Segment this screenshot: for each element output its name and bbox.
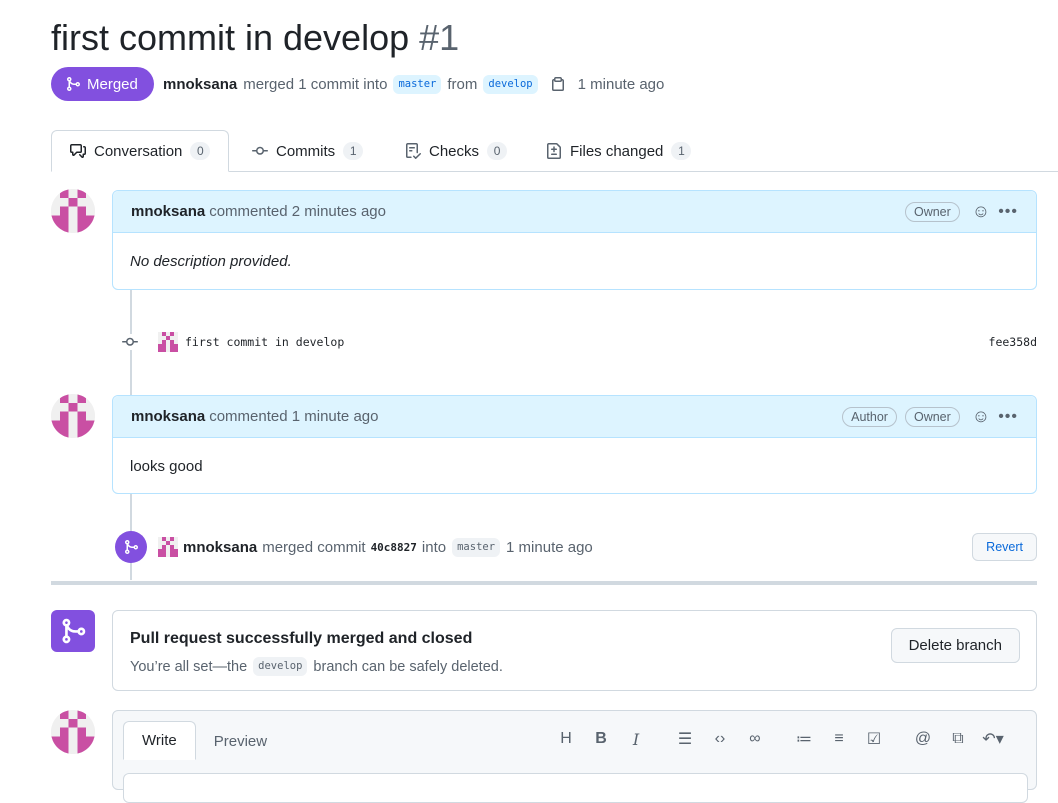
- merge-status-text: You’re all set—the develop branch can be…: [130, 657, 503, 676]
- kebab-horizontal-icon[interactable]: •••: [998, 408, 1018, 426]
- tab-label: Commits: [276, 142, 336, 160]
- pr-meta: mnoksana merged 1 commit into master fro…: [163, 72, 664, 96]
- merge-author[interactable]: mnoksana: [183, 539, 257, 556]
- tab-label: Checks: [429, 142, 480, 160]
- head-branch[interactable]: develop: [483, 74, 538, 94]
- preview-tab[interactable]: Preview: [196, 723, 285, 760]
- comment-action[interactable]: commented 1 minute ago: [209, 408, 378, 425]
- smiley-icon[interactable]: ☺: [972, 201, 990, 222]
- pr-title: first commit in develop: [51, 17, 410, 58]
- comment-header: mnoksana commented 1 minute ago Author O…: [113, 396, 1036, 438]
- tab-label: Conversation: [94, 142, 183, 160]
- merge-event: mnoksana merged commit 40c8827 into mast…: [115, 530, 1037, 564]
- avatar[interactable]: [158, 332, 178, 352]
- base-branch[interactable]: master: [393, 74, 442, 94]
- tasklist-icon[interactable]: ☑: [863, 728, 885, 750]
- file-diff-icon: [547, 143, 561, 159]
- delete-branch-button[interactable]: Delete branch: [890, 628, 1020, 663]
- tab-counter: 1: [671, 142, 692, 160]
- state-label: Merged: [87, 75, 138, 93]
- editor-tabs: Write Preview: [123, 721, 285, 760]
- into-text: into: [421, 538, 447, 556]
- status-text-after: branch can be safely deleted.: [313, 658, 503, 675]
- heading-icon[interactable]: H: [555, 728, 577, 750]
- status-text-before: You’re all set—the: [130, 658, 248, 675]
- timeline-divider: [51, 581, 1037, 585]
- head-branch[interactable]: develop: [253, 657, 308, 676]
- mention-icon[interactable]: @: [912, 728, 934, 750]
- git-commit-icon: [120, 334, 140, 350]
- git-merge-icon: [125, 540, 139, 554]
- merge-status-title: Pull request successfully merged and clo…: [130, 630, 473, 647]
- smiley-icon[interactable]: ☺: [972, 406, 990, 427]
- avatar[interactable]: [51, 189, 95, 233]
- commit-event: first commit in develop fee358d: [120, 330, 1037, 354]
- comment-body: looks good: [130, 458, 203, 475]
- author-link[interactable]: mnoksana: [163, 76, 237, 93]
- tab-counter: 0: [487, 142, 508, 160]
- tab-counter: 0: [190, 142, 211, 160]
- checklist-icon: [406, 143, 421, 159]
- cross-reference-icon[interactable]: ⧉: [947, 728, 969, 750]
- avatar[interactable]: [51, 710, 95, 754]
- italic-icon[interactable]: I: [625, 728, 647, 750]
- unordered-list-icon[interactable]: ≔: [793, 728, 815, 750]
- from-text: from: [447, 75, 478, 93]
- quote-icon[interactable]: ☰: [674, 728, 696, 750]
- tab-commits[interactable]: Commits 1: [252, 130, 364, 172]
- comment-header: mnoksana commented 2 minutes ago Owner ☺…: [113, 191, 1036, 233]
- reply-icon[interactable]: ↶▾: [982, 728, 1004, 750]
- comment-author[interactable]: mnoksana: [131, 203, 205, 220]
- tab-counter: 1: [343, 142, 364, 160]
- git-commit-icon: [252, 146, 268, 155]
- comment-author[interactable]: mnoksana: [131, 408, 205, 425]
- merge-text: merged commit: [262, 538, 366, 556]
- merge-time[interactable]: 1 minute ago: [506, 539, 593, 556]
- merge-branch[interactable]: master: [452, 537, 501, 557]
- merged-status-icon: [51, 610, 95, 652]
- merge-commit-sha[interactable]: 40c8827: [371, 541, 417, 554]
- merge-event-badge: [115, 531, 147, 563]
- page-title: first commit in develop #1: [51, 14, 459, 62]
- tab-label: Files changed: [570, 142, 664, 160]
- tab-checks[interactable]: Checks 0: [405, 130, 508, 172]
- pr-number: #1: [419, 17, 460, 58]
- owner-label: Owner: [904, 201, 960, 222]
- merge-text: merged 1 commit into: [243, 75, 388, 93]
- write-tab[interactable]: Write: [123, 721, 196, 760]
- commit-message[interactable]: first commit in develop: [185, 335, 344, 349]
- git-merge-icon: [62, 618, 86, 644]
- merge-time: 1 minute ago: [577, 75, 665, 93]
- kebab-horizontal-icon[interactable]: •••: [998, 203, 1018, 221]
- bold-icon[interactable]: B: [590, 728, 612, 750]
- comment-action[interactable]: commented 2 minutes ago: [209, 203, 386, 220]
- comment-body: No description provided.: [130, 253, 292, 270]
- merged-state-badge: Merged: [51, 67, 154, 101]
- comment-box: mnoksana commented 2 minutes ago Owner ☺…: [112, 190, 1037, 290]
- avatar[interactable]: [158, 537, 178, 557]
- author-label: Author: [842, 406, 897, 427]
- revert-button[interactable]: Revert: [972, 533, 1037, 561]
- owner-label: Owner: [904, 406, 960, 427]
- avatar[interactable]: [51, 394, 95, 438]
- code-icon[interactable]: ‹›: [709, 728, 731, 750]
- merge-status-box: Pull request successfully merged and clo…: [112, 610, 1037, 691]
- comment-box: mnoksana commented 1 minute ago Author O…: [112, 395, 1037, 494]
- comment-discussion-icon: [70, 144, 86, 158]
- tab-conversation[interactable]: Conversation 0: [51, 130, 230, 172]
- git-merge-icon: [67, 77, 81, 91]
- copy-icon[interactable]: [550, 76, 566, 92]
- comment-editor: Write Preview H B I ☰ ‹› ∞ ≔ ≡ ☑ @ ⧉ ↶▾: [112, 710, 1037, 803]
- commit-sha[interactable]: fee358d: [989, 335, 1037, 349]
- link-icon[interactable]: ∞: [744, 728, 766, 750]
- editor-toolbar: H B I ☰ ‹› ∞ ≔ ≡ ☑ @ ⧉ ↶▾: [555, 728, 1004, 750]
- ordered-list-icon[interactable]: ≡: [828, 728, 850, 750]
- comment-textarea[interactable]: [123, 773, 1028, 803]
- tab-files-changed[interactable]: Files changed 1: [546, 130, 692, 172]
